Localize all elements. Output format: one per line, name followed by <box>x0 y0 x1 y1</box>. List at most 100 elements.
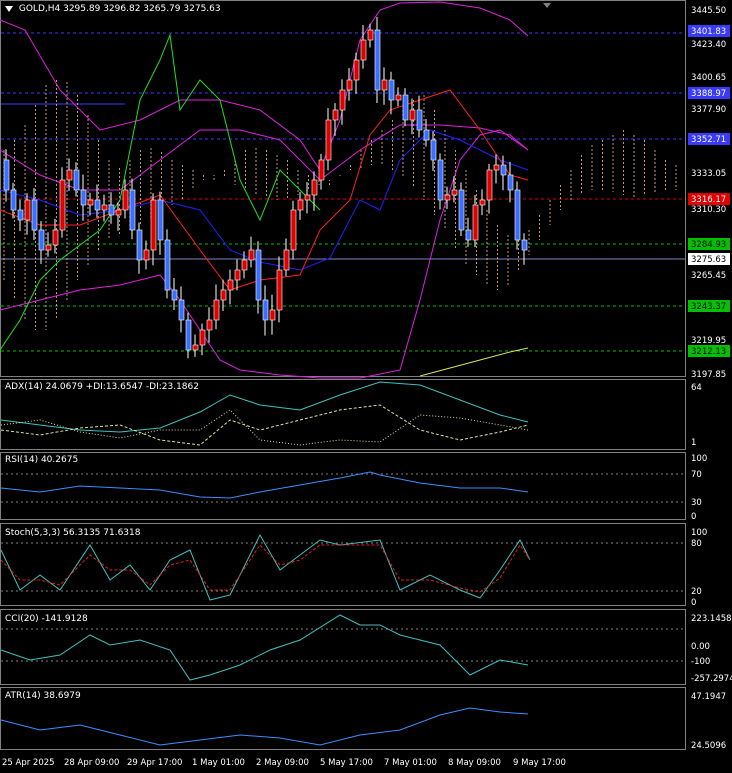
price-tag: 3352.71 <box>691 135 726 145</box>
bear-candle <box>262 299 269 321</box>
bear-candle <box>171 289 178 301</box>
adx-scale-label: 1 <box>691 438 696 448</box>
bear-candle <box>514 189 521 241</box>
bear-candle <box>38 229 45 251</box>
price-tick: 3310.30 <box>691 205 726 215</box>
cci-title: CCI(20) -141.9128 <box>5 614 88 624</box>
time-label: 28 Apr 09:00 <box>64 758 119 768</box>
bull-candle <box>311 179 318 196</box>
chart-header: GOLD,H4 3295.89 3296.82 3265.79 3275.63 <box>5 4 221 14</box>
bear-candle <box>465 229 472 241</box>
stoch-main-line <box>0 533 531 601</box>
bull-candle <box>143 249 150 261</box>
indicator-layer <box>0 381 685 746</box>
symbol-label: GOLD,H4 <box>18 4 61 14</box>
price-tick: 3197.85 <box>691 370 726 380</box>
bull-candle <box>409 109 416 121</box>
bull-candle <box>332 109 339 121</box>
bull-candle <box>192 344 199 351</box>
bull-candle <box>248 249 255 261</box>
bull-candle <box>269 309 276 321</box>
bull-candle <box>367 29 374 41</box>
price-tick: 3377.90 <box>691 105 726 115</box>
bear-candle <box>388 79 395 101</box>
bull-candle <box>52 229 59 246</box>
bear-candle <box>458 189 465 231</box>
bear-candle <box>17 209 24 221</box>
time-label: 9 May 17:00 <box>513 758 566 768</box>
bear-candle <box>136 229 143 261</box>
chart-shift-marker[interactable] <box>543 3 551 8</box>
adx-title: ADX(14) 24.0679 +DI:13.6547 -DI:23.1862 <box>5 382 199 392</box>
stoch-scale-label: 20 <box>691 587 702 597</box>
price-tick: 3423.40 <box>691 40 726 50</box>
bull-candle <box>122 189 129 211</box>
bull-candle <box>24 199 31 221</box>
rsi-title: RSI(14) 40.2675 <box>5 455 79 465</box>
adx-scale-label: 64 <box>691 383 702 393</box>
open-value: 3295.89 <box>63 4 101 14</box>
price-tag: 3275.63 <box>691 255 726 265</box>
time-label: 1 May 01:00 <box>192 758 245 768</box>
time-axis: 25 Apr 2025 28 Apr 09:00 29 Apr 17:00 1 … <box>2 758 566 768</box>
bear-candle <box>185 319 192 351</box>
high-value: 3296.82 <box>103 4 141 14</box>
time-label: 8 May 09:00 <box>448 758 501 768</box>
bull-candle <box>283 249 290 271</box>
bear-candle <box>94 199 101 211</box>
bear-candle <box>430 139 437 161</box>
bull-candle <box>227 279 234 291</box>
bear-candle <box>402 94 409 121</box>
bull-candle <box>290 209 297 251</box>
bear-candle <box>437 159 444 201</box>
rsi-scale-label: 30 <box>691 498 702 508</box>
rsi-panel-frame <box>0 452 686 520</box>
atr-scale-label: 47.1947 <box>691 692 726 702</box>
bear-candle <box>500 164 507 176</box>
bull-candle <box>213 299 220 321</box>
time-label: 5 May 17:00 <box>320 758 373 768</box>
ma-yellow <box>419 347 529 377</box>
bear-candle <box>374 29 381 91</box>
bear-candle <box>157 199 164 241</box>
main-panel-frame <box>0 0 686 377</box>
atr-scale-label: 24.5096 <box>691 741 726 751</box>
bull-candle <box>360 39 367 61</box>
bull-candle <box>451 189 458 196</box>
bull-candle <box>346 79 353 91</box>
cci-line <box>0 614 529 681</box>
bull-candle <box>87 199 94 206</box>
price-tag: 3243.37 <box>691 302 726 312</box>
time-label: 2 May 09:00 <box>256 758 309 768</box>
bull-candle <box>234 269 241 281</box>
bear-candle <box>31 199 38 231</box>
bull-candle <box>381 79 388 91</box>
bear-candle <box>10 189 17 211</box>
stoch-scale-label: 80 <box>691 539 702 549</box>
cci-scale-label: 223.1458 <box>691 614 732 624</box>
bull-candle <box>479 199 486 206</box>
bear-candle <box>416 109 423 131</box>
bear-candle <box>507 174 514 191</box>
price-tick: 3333.05 <box>691 169 726 179</box>
bull-candle <box>199 329 206 346</box>
close-value: 3275.63 <box>183 4 221 14</box>
price-tag: 3316.17 <box>691 195 726 205</box>
price-tag: 3401.83 <box>691 27 726 37</box>
cci-scale-label: -257.2974 <box>691 674 732 684</box>
bull-candle <box>115 209 122 216</box>
price-tick: 3265.45 <box>691 271 726 281</box>
bull-candle <box>493 164 500 171</box>
bear-candle <box>164 239 171 291</box>
bear-candle <box>423 129 430 141</box>
bull-candle <box>101 204 108 211</box>
time-label: 25 Apr 2025 <box>2 758 55 768</box>
bear-candle <box>178 299 185 321</box>
bull-candle <box>59 179 66 231</box>
bollinger-lower <box>0 129 529 379</box>
stoch-scale-label: 100 <box>691 528 707 538</box>
bull-candle <box>395 94 402 101</box>
price-tick: 3400.65 <box>691 73 726 83</box>
bear-candle <box>73 169 80 191</box>
plus-di-line <box>0 404 529 446</box>
